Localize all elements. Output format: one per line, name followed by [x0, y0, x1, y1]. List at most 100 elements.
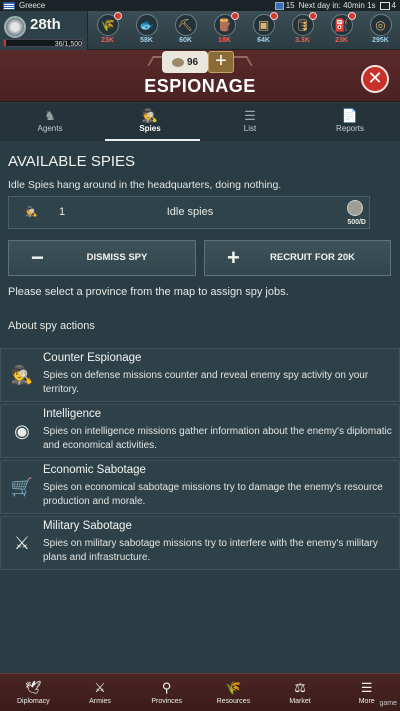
action-title: Intelligence [43, 408, 102, 420]
action-title: Counter Espionage [43, 352, 142, 364]
page-title: ESPIONAGE [144, 76, 256, 96]
action-title: Economic Sabotage [43, 464, 146, 476]
resource-value: 3.3K [295, 37, 310, 44]
rank-emblem-icon [4, 16, 26, 38]
resource-value: 64K [257, 37, 270, 44]
report-icon: 📄 [341, 108, 359, 123]
bottom-nav: 🕊 Diplomacy ⚔ Armies ⚲ Provinces 🌾 Resou… [0, 673, 400, 711]
about-heading: About spy actions [8, 320, 95, 332]
fish-icon: 🐟 [135, 14, 158, 36]
resource-value: 23K [335, 37, 348, 44]
tab-list[interactable]: ☰ List [200, 103, 300, 141]
resource-iron[interactable]: ⛏ 60K [166, 11, 205, 49]
page-header: 96 + ESPIONAGE ✕ [0, 50, 400, 102]
resources-icon: 🌾 [225, 680, 242, 695]
nav-label: Armies [89, 698, 111, 705]
calendar-icon [274, 1, 284, 10]
money-icon: ◎ [369, 14, 392, 36]
intelligence-eye-icon: ◉ [14, 421, 30, 441]
day-badge: 15 [285, 1, 295, 10]
market-scale-icon: ⚖ [294, 680, 306, 695]
resource-gas[interactable]: ⛽ 23K [322, 11, 361, 49]
resource-value: 58K [140, 37, 153, 44]
nav-label: Provinces [151, 698, 183, 705]
nav-label: Resources [216, 698, 251, 705]
nav-resources[interactable]: 🌾 Resources [200, 674, 267, 711]
spies-panel: AVAILABLE SPIES Idle Spies hang around i… [0, 141, 400, 673]
tab-label: List [243, 124, 257, 133]
spy-icon: 🕵 [141, 108, 159, 123]
agents-icon: ♞ [44, 108, 56, 123]
resource-money[interactable]: ◎ 295K [361, 11, 400, 49]
recruit-spy-label: RECRUIT FOR 20K [270, 252, 355, 263]
alert-badge [347, 12, 356, 20]
rank-progress-fill [4, 40, 6, 46]
rank-panel[interactable]: 28th 36/1,500 [0, 11, 88, 50]
gold-amount: 96 [186, 56, 199, 68]
message-count: 4 [391, 1, 396, 10]
idle-spies-box: 🕵 1 Idle spies 500/D [8, 196, 370, 229]
nav-label: Market [289, 698, 311, 705]
section-title: AVAILABLE SPIES [8, 153, 136, 170]
resource-wood[interactable]: 🪵 18K [205, 11, 244, 49]
status-bar: Greece 15 Next day in: 40min 1s 4 [0, 0, 400, 11]
mail-icon[interactable] [379, 1, 390, 10]
alert-badge [308, 12, 317, 20]
tab-agents[interactable]: ♞ Agents [0, 103, 100, 141]
tab-bar: ♞ Agents 🕵 Spies ☰ List 📄 Reports [0, 103, 400, 141]
nav-label: Diplomacy [16, 698, 50, 705]
recruit-spy-button[interactable]: + RECRUIT FOR 20K [204, 240, 391, 276]
gold-icon [171, 57, 184, 67]
resource-value: 295K [372, 37, 389, 44]
action-description: Spies on economical sabotage missions tr… [43, 482, 383, 507]
section-description: Idle Spies hang around in the headquarte… [8, 179, 282, 191]
resource-value: 23K [101, 37, 114, 44]
economic-sabotage-icon: 🛒 [10, 477, 34, 497]
action-intelligence[interactable]: ◉ Intelligence Spies on intelligence mis… [0, 404, 400, 458]
resource-value: 18K [218, 37, 231, 44]
country-name: Greece [19, 1, 46, 10]
assign-hint: Please select a province from the map to… [8, 286, 289, 298]
action-military-sabotage[interactable]: ⚔ Military Sabotage Spies on military sa… [0, 516, 400, 570]
rank-label: 28th [30, 16, 61, 33]
watermark: game [379, 700, 397, 707]
tab-spies[interactable]: 🕵 Spies [100, 103, 200, 141]
nav-label: More [358, 698, 375, 705]
dismiss-spy-button[interactable]: − DISMISS SPY [8, 240, 196, 276]
close-button[interactable]: ✕ [361, 65, 389, 93]
tab-label: Reports [335, 124, 364, 133]
action-description: Spies on intelligence missions gather in… [43, 426, 392, 451]
dismiss-spy-label: DISMISS SPY [86, 252, 148, 263]
tab-reports[interactable]: 📄 Reports [300, 103, 400, 141]
nav-armies[interactable]: ⚔ Armies [67, 674, 134, 711]
military-sabotage-icon: ⚔ [13, 533, 31, 553]
idle-spies-label: Idle spies [166, 206, 214, 218]
nav-market[interactable]: ⚖ Market [267, 674, 334, 711]
action-title: Military Sabotage [43, 520, 132, 532]
resource-fish[interactable]: 🐟 58K [127, 11, 166, 49]
resource-coal[interactable]: ▣ 64K [244, 11, 283, 49]
diplomacy-dove-icon: 🕊 [25, 680, 42, 695]
add-gold-button[interactable]: + [208, 51, 234, 73]
greece-flag-icon [3, 1, 15, 10]
iron-icon: ⛏ [174, 14, 197, 36]
action-economic-sabotage[interactable]: 🛒 Economic Sabotage Spies on economical … [0, 460, 400, 514]
action-counter-espionage[interactable]: 🕵 Counter Espionage Spies on defense mis… [0, 348, 400, 402]
resource-bar: 28th 36/1,500 🌾 23K 🐟 58K ⛏ 60K 🪵 18K ▣ … [0, 11, 400, 50]
tab-label: Agents [37, 124, 63, 133]
alert-badge [113, 12, 122, 20]
alert-badge [230, 12, 239, 20]
armies-icon: ⚔ [94, 680, 106, 695]
rank-progress-text: 36/1,500 [54, 41, 82, 48]
action-description: Spies on defense missions counter and re… [43, 370, 369, 395]
alert-badge [269, 12, 278, 20]
resource-value: 60K [179, 37, 192, 44]
list-icon: ☰ [244, 108, 256, 123]
nav-diplomacy[interactable]: 🕊 Diplomacy [0, 674, 67, 711]
nav-provinces[interactable]: ⚲ Provinces [133, 674, 200, 711]
menu-icon: ☰ [360, 680, 373, 695]
next-day-timer: Next day in: 40min 1s [298, 1, 376, 10]
resource-grain[interactable]: 🌾 23K [88, 11, 127, 49]
action-description: Spies on military sabotage missions try … [43, 538, 378, 563]
resource-oil[interactable]: 🛢 3.3K [283, 11, 322, 49]
